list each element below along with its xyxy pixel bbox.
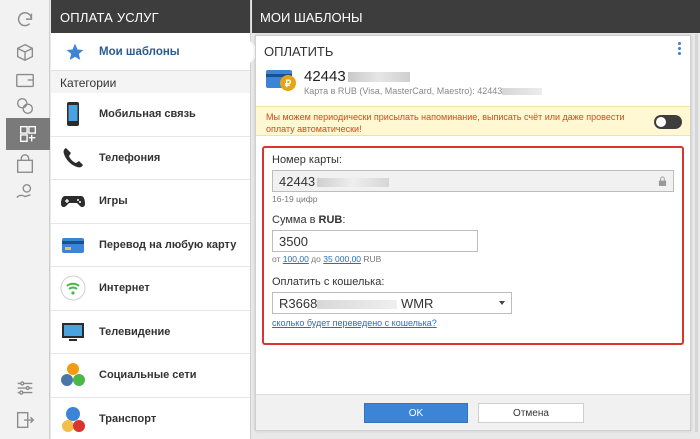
- lock-icon: [658, 176, 667, 186]
- transfer-amount-link[interactable]: сколько будет переведено с кошелька?: [272, 318, 437, 328]
- sum-max-link[interactable]: 35 000,00: [323, 254, 361, 264]
- category-label: Перевод на любую карту: [99, 238, 237, 251]
- categories-title: Категории: [60, 76, 117, 90]
- account-number: 42443: [304, 68, 410, 85]
- wallet-label: Оплатить с кошелька:: [272, 276, 385, 288]
- settings-sliders-icon[interactable]: [8, 372, 42, 404]
- payments-icon[interactable]: [6, 118, 50, 150]
- category-label: Транспорт: [99, 412, 157, 425]
- category-label: Телевидение: [99, 325, 171, 338]
- category-label: Социальные сети: [99, 369, 197, 382]
- refresh-icon[interactable]: [8, 4, 42, 36]
- category-item-card-transfer[interactable]: Перевод на любую карту: [51, 223, 250, 267]
- gamepad-icon: [51, 187, 95, 215]
- category-item-internet[interactable]: Интернет: [51, 267, 250, 311]
- chevron-down-icon: [499, 301, 505, 305]
- category-item-games[interactable]: Игры: [51, 180, 250, 224]
- dialog-footer: OK Отмена: [256, 394, 690, 430]
- panel-title: Оплата услуг: [51, 0, 250, 33]
- sum-min-link[interactable]: 100,00: [283, 254, 309, 264]
- svg-text:₽: ₽: [285, 79, 292, 90]
- icon-rail: [0, 0, 50, 439]
- scrollbar[interactable]: [695, 34, 698, 432]
- payment-form: Номер карты: 42443 16-19 цифр Сумма в RU…: [262, 146, 684, 345]
- sum-hint: от 100,00 до 35 000,00 RUB: [272, 254, 382, 264]
- category-item-social[interactable]: Социальные сети: [51, 354, 250, 398]
- favorites-label: Мои шаблоны: [99, 45, 180, 58]
- main-panel: Мои шаблоны Оплатить ₽ 42443 Карта в RUB…: [252, 0, 700, 439]
- category-label: Интернет: [99, 282, 150, 295]
- mobile-phone-icon: [51, 100, 95, 128]
- autopay-toggle[interactable]: [654, 115, 682, 129]
- category-item-transport[interactable]: Транспорт: [51, 397, 250, 439]
- category-label: Игры: [99, 195, 128, 208]
- hand-coin-icon[interactable]: [8, 176, 42, 208]
- sum-input[interactable]: 3500: [272, 230, 478, 252]
- autopay-notice: Мы можем периодически присылать напомина…: [256, 106, 690, 136]
- transport-icon: [51, 405, 95, 433]
- category-item-mobile[interactable]: Мобильная связь: [51, 93, 250, 137]
- wifi-icon: [51, 274, 95, 302]
- favorites-item[interactable]: Мои шаблоны: [51, 33, 261, 71]
- ok-button[interactable]: OK: [364, 403, 468, 423]
- category-label: Телефония: [99, 151, 161, 164]
- category-label: Мобильная связь: [99, 108, 196, 121]
- cancel-button[interactable]: Отмена: [478, 403, 584, 423]
- logout-icon[interactable]: [8, 404, 42, 436]
- notice-text: Мы можем периодически присылать напомина…: [266, 112, 625, 134]
- card-number-field[interactable]: 42443: [272, 170, 674, 192]
- sum-label: Сумма в RUB:: [272, 214, 346, 226]
- card-number-label: Номер карты:: [272, 154, 342, 166]
- card-wallet-icon: ₽: [264, 64, 298, 94]
- category-item-telephony[interactable]: Телефония: [51, 136, 250, 180]
- account-description: Карта в RUB (Visa, MasterCard, Maestro):…: [304, 86, 543, 96]
- categories-panel: Оплата услуг Мои шаблоны Категории Мобил…: [51, 0, 261, 439]
- social-networks-icon: [51, 361, 95, 389]
- tv-icon: [51, 318, 95, 346]
- payment-dialog: Оплатить ₽ 42443 Карта в RUB (Visa, Mast…: [255, 35, 691, 431]
- wallet-select[interactable]: R3668 WMR: [272, 292, 512, 314]
- main-title: Мои шаблоны: [252, 0, 700, 33]
- account-info: ₽: [264, 64, 298, 94]
- category-item-tv[interactable]: Телевидение: [51, 310, 250, 354]
- webmoney-payment-screen: Оплата услуг Мои шаблоны Категории Мобил…: [0, 0, 700, 439]
- dialog-title: Оплатить: [264, 44, 334, 59]
- star-icon: [57, 42, 93, 62]
- card-number-hint: 16-19 цифр: [272, 194, 318, 204]
- more-options-icon[interactable]: [678, 42, 682, 55]
- telephone-icon: [51, 144, 95, 172]
- bank-card-icon: [51, 231, 95, 259]
